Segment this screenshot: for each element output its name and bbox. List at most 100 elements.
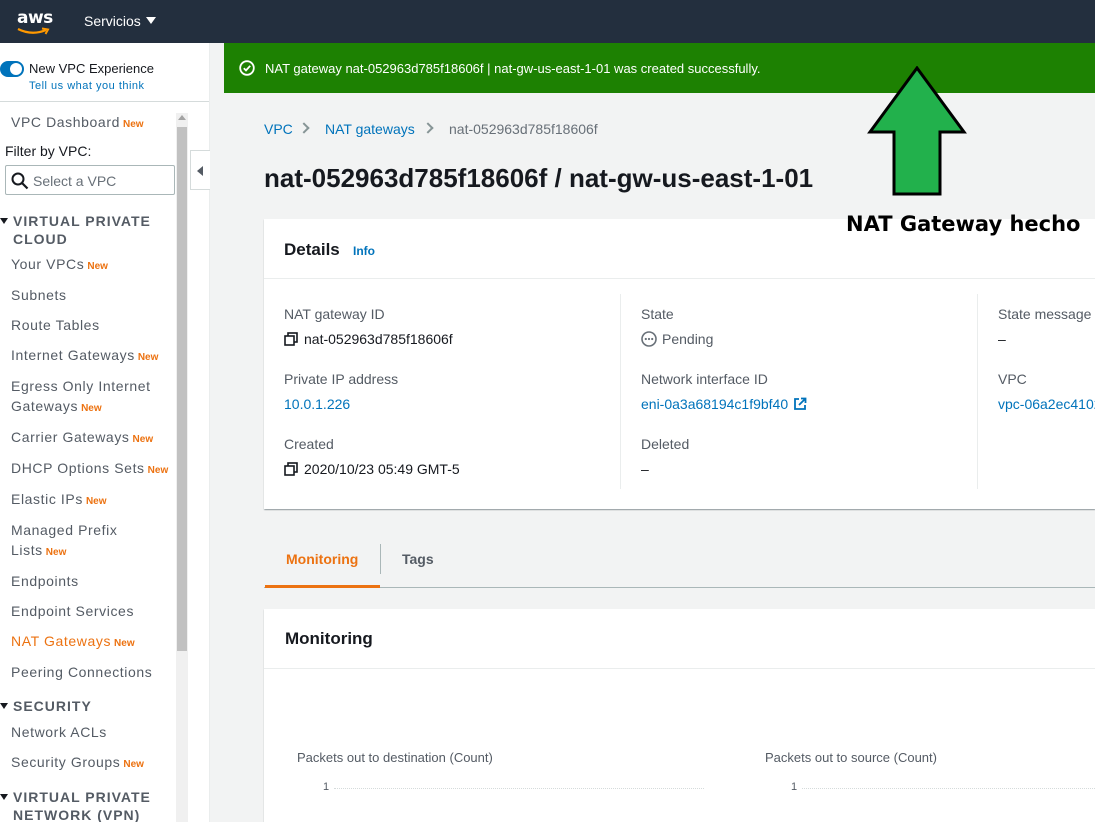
chart-title-packets-out-destination: Packets out to destination (Count) — [297, 750, 493, 765]
aws-logo-text: aws — [17, 8, 53, 28]
new-vpc-experience-toggle[interactable] — [0, 61, 24, 77]
caret-down-icon — [0, 703, 8, 709]
state-text: Pending — [662, 331, 714, 347]
caret-down-icon — [0, 794, 8, 800]
breadcrumb-vpc[interactable]: VPC — [264, 121, 293, 137]
copy-icon[interactable] — [284, 462, 298, 476]
success-check-icon — [239, 60, 255, 76]
external-link-icon[interactable] — [793, 397, 807, 411]
vpc-label: VPC — [998, 371, 1027, 387]
section-title-line1: VIRTUAL PRIVATE — [13, 789, 151, 805]
vpc-filter-select[interactable]: Select a VPC — [5, 165, 175, 195]
breadcrumb-separator-icon — [298, 122, 310, 134]
state-message-value: – — [998, 331, 1006, 347]
tab-monitoring[interactable]: Monitoring — [286, 551, 358, 567]
breadcrumb-nat-gateways[interactable]: NAT gateways — [325, 121, 415, 137]
new-badge: New — [81, 403, 102, 414]
network-interface-label: Network interface ID — [641, 371, 768, 387]
sidebar: New VPC Experience Tell us what you thin… — [0, 43, 210, 822]
sidebar-item-carrier-gateways[interactable]: Carrier Gateways New — [11, 427, 153, 450]
section-title-line1: SECURITY — [13, 698, 92, 714]
sidebar-item-vpc-dashboard[interactable]: VPC Dashboard New — [11, 112, 144, 135]
new-badge: New — [123, 759, 144, 770]
tab-baseline — [264, 587, 1095, 588]
services-menu[interactable]: Servicios — [84, 13, 156, 29]
tab-divider — [380, 544, 381, 574]
breadcrumb-separator-icon — [422, 122, 434, 134]
section-title-line2: CLOUD — [13, 231, 68, 247]
new-badge: New — [45, 547, 67, 558]
deleted-label: Deleted — [641, 436, 690, 452]
new-badge: New — [122, 119, 144, 130]
monitoring-title: Monitoring — [285, 629, 373, 648]
sidebar-item-label: Your VPCs — [11, 256, 85, 272]
sidebar-item-label: Endpoints — [11, 573, 79, 589]
sidebar-item-dhcp-options-sets[interactable]: DHCP Options Sets New — [11, 458, 168, 481]
panel-divider — [264, 278, 1095, 279]
sidebar-item-nat-gateways[interactable]: NAT Gateways New — [11, 631, 135, 654]
green-up-arrow-annotation — [867, 66, 967, 196]
sidebar-item-label: DHCP Options Sets — [11, 460, 145, 476]
network-interface-value[interactable]: eni-0a3a68194c1f9bf40 — [641, 396, 807, 412]
sidebar-item-label: Elastic IPs — [11, 491, 83, 507]
aws-smile-icon — [17, 27, 50, 35]
caret-down-icon — [145, 17, 156, 24]
new-badge: New — [147, 465, 169, 476]
sidebar-item-internet-gateways[interactable]: Internet Gateways New — [11, 345, 158, 368]
details-title: Details — [284, 240, 340, 259]
search-icon — [11, 172, 29, 190]
vpc-value[interactable]: vpc-06a2ec4102 — [998, 396, 1095, 412]
sidebar-item-label: Security Groups — [11, 754, 121, 770]
sidebar-scrollbar-thumb[interactable] — [177, 127, 187, 651]
sidebar-item-label: Network ACLs — [11, 724, 107, 740]
sidebar-item-label: Peering Connections — [11, 664, 153, 680]
sidebar-item-label: Managed Prefix — [11, 522, 118, 538]
tab-tags[interactable]: Tags — [402, 551, 434, 567]
state-label: State — [641, 306, 674, 322]
new-badge: New — [137, 352, 159, 363]
annotation-text: NAT Gateway hecho — [846, 212, 1081, 236]
scroll-up-icon[interactable] — [178, 115, 186, 120]
private-ip-value[interactable]: 10.0.1.226 — [284, 396, 350, 412]
tell-us-link[interactable]: Tell us what you think — [29, 80, 145, 92]
sidebar-item-label: Gateways — [11, 398, 79, 414]
filter-by-vpc-label: Filter by VPC: — [5, 143, 92, 159]
section-title-line1: VIRTUAL PRIVATE — [13, 213, 151, 229]
sidebar-item-label: Route Tables — [11, 317, 100, 333]
breadcrumb-current: nat-052963d785f18606f — [449, 121, 598, 137]
sidebar-item-route-tables[interactable]: Route Tables — [11, 315, 100, 335]
sidebar-item-network-acls[interactable]: Network ACLs — [11, 722, 107, 742]
chart-gridline — [334, 788, 704, 789]
copy-icon[interactable] — [284, 332, 298, 346]
chart-gridline — [802, 788, 1095, 789]
flash-message: NAT gateway nat-052963d785f18606f | nat-… — [265, 61, 761, 76]
sidebar-item-endpoints[interactable]: Endpoints — [11, 571, 79, 591]
sidebar-item-elastic-ips[interactable]: Elastic IPs New — [11, 489, 107, 512]
sidebar-item-label: Egress Only Internet — [11, 378, 151, 394]
aws-logo[interactable]: aws — [16, 8, 56, 35]
sidebar-item-your-vpcs[interactable]: Your VPCs New — [11, 254, 108, 277]
new-badge: New — [85, 496, 107, 507]
details-info-link[interactable]: Info — [353, 244, 375, 258]
state-message-label: State message — [998, 306, 1092, 322]
sidebar-item-label: Internet Gateways — [11, 347, 135, 363]
sidebar-item-security-groups[interactable]: Security Groups New — [11, 752, 144, 775]
nat-gateway-id-text: nat-052963d785f18606f — [304, 331, 453, 347]
sidebar-item-label: NAT Gateways — [11, 633, 112, 649]
sidebar-item-managed-prefix-lists[interactable]: Managed Prefix Lists New — [11, 520, 117, 563]
page-title: nat-052963d785f18606f / nat-gw-us-east-1… — [264, 163, 814, 193]
services-label: Servicios — [84, 13, 141, 29]
sidebar-item-endpoint-services[interactable]: Endpoint Services — [11, 601, 134, 621]
sidebar-item-label: VPC Dashboard — [11, 114, 120, 130]
active-tab-indicator — [265, 585, 380, 588]
sidebar-item-subnets[interactable]: Subnets — [11, 285, 67, 305]
monitoring-panel: Monitoring Packets out to destination (C… — [264, 609, 1095, 822]
sidebar-item-egress-only-internet-gateways[interactable]: Egress Only Internet Gateways New — [11, 376, 151, 419]
collapse-sidebar-button[interactable] — [190, 150, 210, 190]
sidebar-item-peering-connections[interactable]: Peering Connections — [11, 662, 152, 682]
network-interface-link[interactable]: eni-0a3a68194c1f9bf40 — [641, 396, 788, 412]
created-value: 2020/10/23 05:49 GMT-5 — [284, 461, 460, 477]
nat-gateway-id-value: nat-052963d785f18606f — [284, 331, 453, 347]
sidebar-divider — [0, 101, 209, 102]
section-title-line2: NETWORK (VPN) — [13, 807, 141, 822]
